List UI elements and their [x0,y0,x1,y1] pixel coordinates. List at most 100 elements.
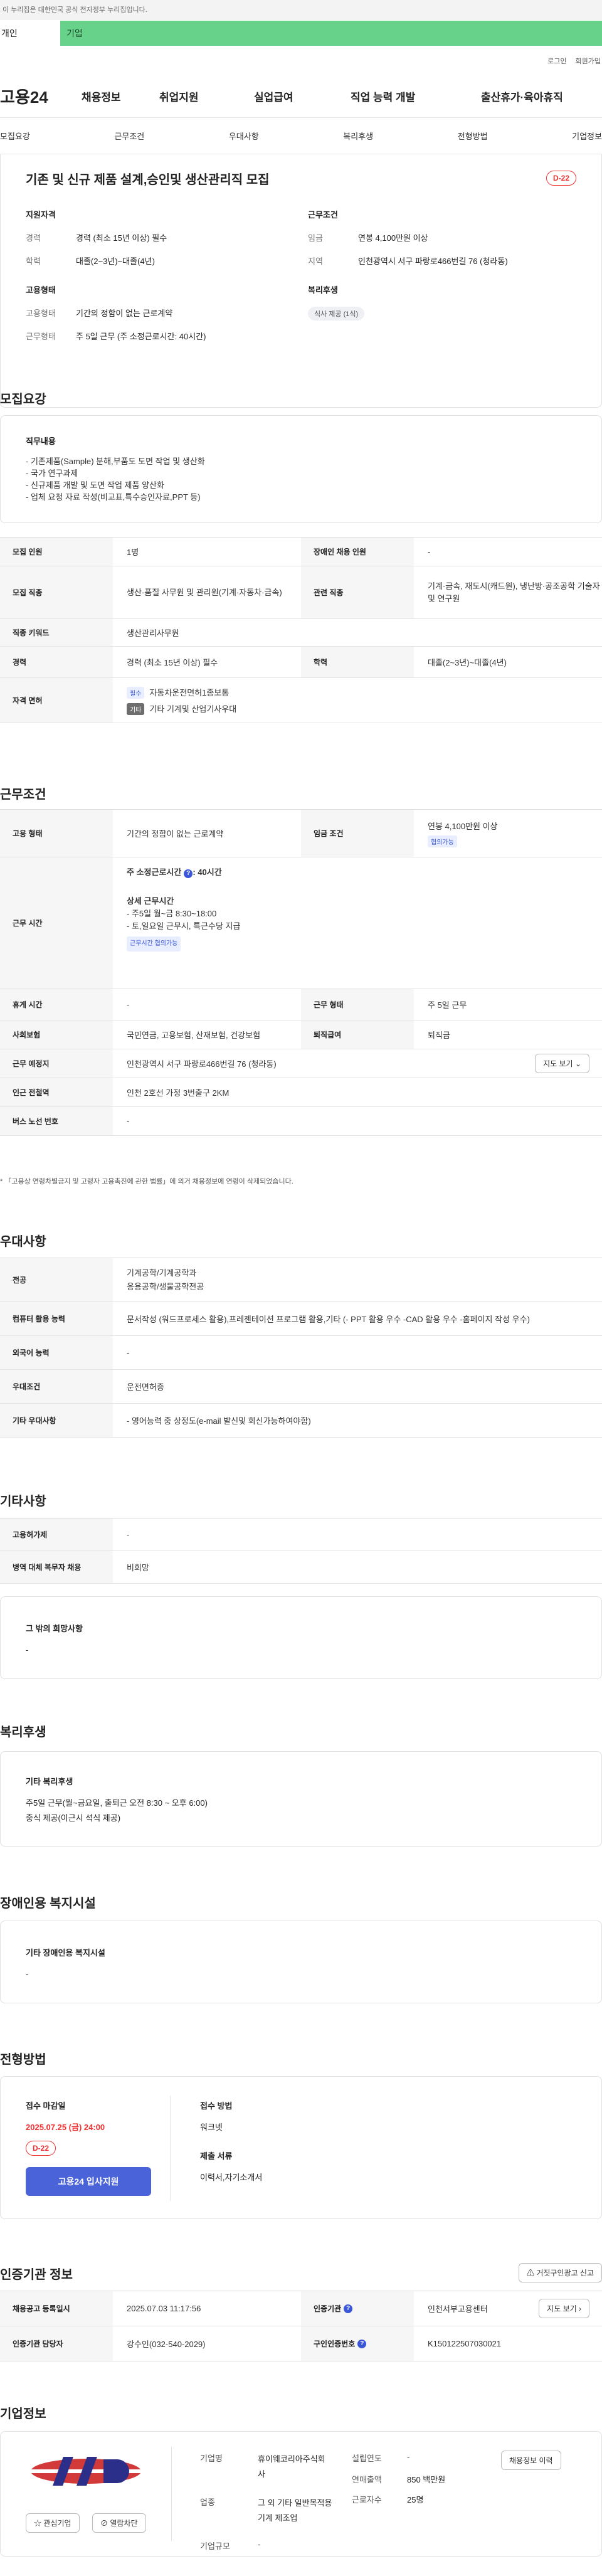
wage-label: 임금 조건 [301,810,414,857]
edu-value: 대졸(2~3년)~대졸(4년) [428,658,507,667]
major-label: 전공 [0,1258,113,1301]
gnb-item-vocational-training[interactable]: 직업 능력 개발 [351,88,481,104]
agency-value: 인천서부고용센터 [428,2304,488,2314]
info-icon[interactable]: ? [357,2339,367,2348]
cert-table: 채용공고 등록일시 2025.07.03 11:17:56 인증기관? 인천서부… [0,2291,602,2361]
report-button[interactable]: ⚠ 거짓구인광고 신고 [518,2263,602,2282]
employees-value: 25명 [407,2495,424,2504]
permit-label: 고용허가제 [0,1519,113,1550]
insurance-label: 사회보험 [0,1020,113,1049]
edu-label: 학력 [301,647,414,677]
insurance-value: 국민연금, 고용보험, 산재보험, 건강보험 [127,1031,261,1040]
tab-company[interactable]: 기업정보 [572,130,602,142]
gnb-item-jobs[interactable]: 채용정보 [82,88,159,104]
qual-value: 경력 (최소 15년 이상) 필수 [76,233,167,243]
process-section-title: 전형방법 [0,2053,46,2067]
keyword-label: 직종 키워드 [0,619,113,646]
apply-button[interactable]: 고용24 입사지원 [26,2167,151,2196]
tab-work-conditions[interactable]: 근무조건 [114,130,144,142]
emp-type-value: 기간의 정함이 없는 근로계약 [127,829,224,839]
company-logo [29,2453,142,2491]
employment-type-block: 고용형태 고용형태 기간의 정함이 없는 근로계약 근무형태 주 5일 근무 (주 … [26,284,277,353]
pref-cond-label: 우대조건 [0,1370,113,1403]
conditions-block: 근무조건 임금 연봉 4,100만원 이상 지역 인천광역시 서구 파랑로466번길… [308,208,559,278]
headcount-value: 1명 [127,548,139,557]
global-nav: 고용24 채용정보 취업지원 실업급여 직업 능력 개발 출산휴가·육아휴직 [0,75,602,118]
process-card: 접수 마감일 2025.07.25 (금) 24:00 D-22 고용24 입사… [0,2076,602,2219]
block-label: 열람차단 [110,2519,138,2528]
welfare-summary-block: 복리후생 식사 제공 (1식) [308,284,559,321]
duty-card: 직무내용 - 기존제품(Sample) 분해,부품도 도면 작업 및 생산화 -… [0,415,602,523]
info-icon[interactable]: ? [184,869,193,878]
company-name-value: 휴이웨코리아주식회사 [258,2454,325,2479]
retire-label: 퇴직급여 [301,1020,414,1049]
industry-label: 업종 [200,2498,215,2507]
sales-value: 850 백만원 [407,2475,446,2484]
map-button[interactable]: 지도 보기 ⌄ [535,1054,589,1073]
career-value: 경력 (최소 15년 이상) 필수 [127,658,218,667]
duty-line: - 기존제품(Sample) 분해,부품도 도면 작업 및 생산화 [26,457,205,466]
favorite-company-button[interactable]: ☆ 관심기업 [26,2513,80,2533]
company-name-label: 기업명 [200,2454,223,2463]
size-label: 기업규모 [200,2542,230,2551]
break-value: - [127,1000,130,1009]
welfare-card: 기타 복리후생 주5일 근무(월~금요일, 출퇴근 오전 8:30 ~ 오후 6… [0,1751,602,1847]
recruit-section-title: 모집요강 [0,393,46,406]
pref-section-title: 우대사항 [0,1235,46,1249]
work-section-title: 근무조건 [0,788,46,802]
employment-type-heading: 고용형태 [26,285,56,295]
facility-value: - [26,1969,29,1979]
founded-value: - [407,2452,410,2461]
block-view-button[interactable]: ⊘ 열람차단 [92,2513,146,2533]
gnb-item-maternity-leave[interactable]: 출산휴가·육아휴직 [481,88,563,104]
process-dday-badge: D-22 [26,2141,56,2156]
pref-etc-label: 기타 우대사항 [0,1404,113,1437]
reg-label: 채용공고 등록일시 [0,2291,113,2326]
disabled-value: - [428,547,431,556]
tab-corporate[interactable]: 기업 [60,21,602,46]
method-label: 접수 방법 [200,2101,233,2111]
gnb-item-employment-support[interactable]: 취업지원 [159,88,254,104]
section-tabs: 모집요강 근무조건 우대사항 복리후생 전형방법 기업정보 [0,118,602,154]
hope-heading: 그 밖의 희망사항 [26,1624,83,1633]
welfare-line: 주5일 근무(월~금요일, 출퇴근 오전 8:30 ~ 오후 6:00) [26,1798,208,1808]
tab-welfare[interactable]: 복리후생 [343,130,373,142]
place-value: 인천광역시 서구 파랑로466번길 76 (청라동) [127,1059,277,1069]
reg-value: 2025.07.03 11:17:56 [127,2304,201,2313]
permit-value: - [127,1530,130,1539]
login-link[interactable]: 로그인 [547,56,566,66]
tab-process[interactable]: 전형방법 [458,130,488,142]
weekly-hours-value: : 40시간 [193,867,222,877]
pref-etc-value: - 영어능력 중 상정도(e-mail 발신및 회신가능하여야함) [127,1416,311,1426]
qual-label: 학력 [26,257,41,266]
gov-banner: 이 누리집은 대한민국 공식 전자정부 누리집입니다. [0,0,602,20]
info-icon[interactable]: ? [344,2304,353,2313]
duty-line: - 신규제품 개발 및 도면 작업 제품 양산화 [26,480,164,490]
tab-preferences[interactable]: 우대사항 [229,130,259,142]
tab-personal[interactable]: 개인 [0,27,60,40]
cert-num-label: 구인인증번호 [314,2340,356,2348]
emp-value: 기간의 정함이 없는 근로계약 [76,309,173,318]
major-value: 응용공학/생물공학전공 [127,1281,204,1291]
gnb-item-unemployment-benefit[interactable]: 실업급여 [254,88,351,104]
job-history-button[interactable]: 채용정보 이력 [501,2451,561,2470]
wage-value: 연봉 4,100만원 이상 [428,821,498,831]
site-logo[interactable]: 고용24 [0,85,82,108]
tab-recruit[interactable]: 모집요강 [0,130,30,142]
cond-label: 지역 [308,257,323,266]
license-label: 자격 면허 [0,678,113,723]
emp-label: 고용형태 [26,309,56,318]
headcount-label: 모집 인원 [0,538,113,566]
hours-negotiable-badge: 근무시간 협의가능 [127,936,181,951]
manager-label: 인증기관 담당자 [0,2326,113,2361]
join-link[interactable]: 회원가입 [576,56,601,66]
cond-label: 임금 [308,233,323,243]
facility-section-title: 장애인용 복지시설 [0,1897,96,1911]
agency-label: 인증기관 [314,2304,342,2313]
qual-value: 대졸(2~3년)~대졸(4년) [76,257,155,266]
agency-map-button[interactable]: 지도 보기 › [539,2299,589,2318]
workshape-value: 주 5일 근무 [428,1000,467,1010]
other-section-title: 기타사항 [0,1495,46,1508]
cond-value: 연봉 4,100만원 이상 [358,233,428,243]
career-label: 경력 [0,647,113,677]
